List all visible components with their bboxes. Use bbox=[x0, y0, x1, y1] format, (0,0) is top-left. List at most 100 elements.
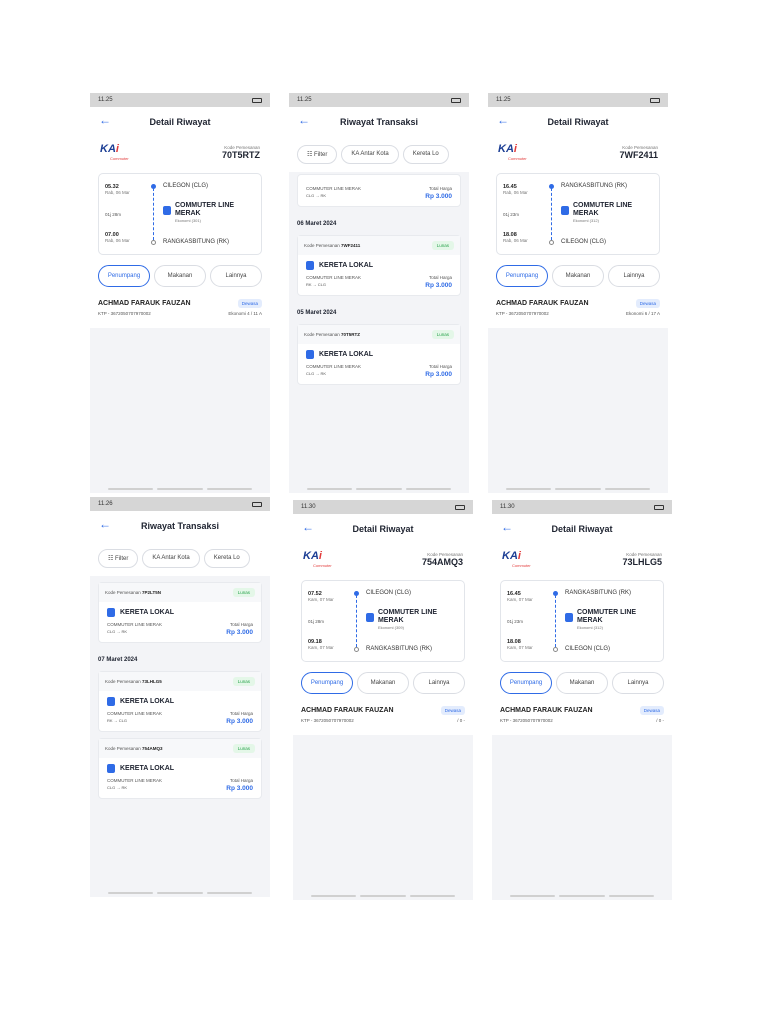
tab-lainnya[interactable]: Lainnya bbox=[612, 672, 664, 694]
origin-station: RANGKASBITUNG (RK) bbox=[561, 183, 628, 189]
filter-ka-antar-kota[interactable]: KA Antar Kota bbox=[341, 145, 399, 164]
battery-icon bbox=[252, 97, 262, 103]
battery-icon bbox=[451, 97, 461, 103]
passenger-seat: Ekonomi 4 / 11 A bbox=[228, 311, 262, 316]
status-time: 11.26 bbox=[98, 501, 113, 507]
route-card: 16.45 Rab, 06 Mar 01j 23m 18.08 Rab, 06 Ma… bbox=[496, 173, 660, 255]
kai-logo: KAi Commuter bbox=[502, 550, 531, 569]
arrival-time: 18.08 Kam, 07 Mar bbox=[507, 639, 533, 650]
filter-bar: ☷ Filter KA Antar Kota Kereta Lo bbox=[289, 137, 469, 172]
detail-body: KAi Commuter Kode Pemesanan 73LHLG5 16.45 Ka… bbox=[492, 544, 672, 735]
tab-penumpang[interactable]: Penumpang bbox=[500, 672, 552, 694]
filter-button[interactable]: ☷ Filter bbox=[297, 145, 338, 164]
tab-penumpang[interactable]: Penumpang bbox=[98, 265, 150, 287]
back-arrow-icon[interactable]: ← bbox=[302, 520, 314, 534]
passenger-seat: Ekonomi 6 / 17 A bbox=[625, 311, 660, 316]
passenger-ktp: KTP - 3672050707970002 bbox=[500, 718, 553, 723]
nav-bar bbox=[510, 895, 654, 897]
tab-penumpang[interactable]: Penumpang bbox=[301, 672, 353, 694]
train-class: Ekonomi (309) bbox=[377, 625, 404, 630]
ticket-card[interactable]: Kode Pemesanan 754AMQ3 Lunas KERETA LOKAL C… bbox=[98, 738, 262, 799]
train-name: COMMUTER LINE MERAK bbox=[377, 609, 438, 624]
route-line bbox=[356, 595, 357, 647]
tab-lainnya[interactable]: Lainnya bbox=[413, 672, 465, 694]
passenger-type-badge: Dewasa bbox=[639, 706, 664, 715]
screen-detail-73lhlg5: 11.30 ← Detail Riwayat KAi Commuter Kode Pe… bbox=[492, 500, 672, 900]
passenger-name: ACHMAD FARAUK FAUZAN bbox=[301, 707, 394, 714]
status-bar: 11.26 bbox=[90, 497, 270, 511]
tab-penumpang[interactable]: Penumpang bbox=[496, 265, 548, 287]
status-bar: 11.25 bbox=[488, 93, 668, 107]
screen-detail-70t5rtz: 11.25 ← Detail Riwayat KAi Commuter Kode Pe… bbox=[90, 93, 270, 493]
header: ← Riwayat Transaksi bbox=[289, 107, 469, 137]
booking-code: 73LHLG5 bbox=[622, 557, 662, 567]
battery-icon bbox=[650, 97, 660, 103]
destination-station: RANGKASBITUNG (RK) bbox=[163, 239, 230, 245]
train-icon bbox=[565, 613, 573, 622]
train-icon bbox=[107, 764, 115, 773]
status-time: 11.25 bbox=[297, 97, 312, 103]
tab-makanan[interactable]: Makanan bbox=[552, 265, 604, 287]
ticket-card[interactable]: Kode Pemesanan 70T5RTZ Lunas KERETA LOKAL C… bbox=[297, 324, 461, 385]
nav-bar bbox=[307, 488, 451, 490]
train-name: COMMUTER LINE MERAK bbox=[572, 202, 633, 217]
route-line bbox=[551, 188, 552, 240]
destination-dot-icon bbox=[151, 240, 156, 245]
departure-time: 16.45 Kam, 07 Mar bbox=[507, 591, 533, 602]
filter-button[interactable]: ☷ Filter bbox=[98, 549, 139, 568]
passenger-row: ACHMAD FARAUK FAUZAN Dewasa KTP - 36720507… bbox=[293, 698, 473, 731]
route-card: 16.45 Kam, 07 Mar 01j 23m 18.08 Kam, 07 Ma… bbox=[500, 580, 664, 662]
back-arrow-icon[interactable]: ← bbox=[497, 113, 509, 127]
filter-kereta-lokal[interactable]: Kereta Lo bbox=[203, 549, 250, 568]
header: ← Detail Riwayat bbox=[492, 514, 672, 544]
status-bar: 11.30 bbox=[492, 500, 672, 514]
kai-logo: KAi Commuter bbox=[498, 143, 527, 162]
departure-time: 16.45 Rab, 06 Mar bbox=[503, 184, 528, 195]
detail-body: KAi Commuter Kode Pemesanan 7WF2411 16.45 Ra… bbox=[488, 137, 668, 328]
back-arrow-icon[interactable]: ← bbox=[501, 520, 513, 534]
tab-makanan[interactable]: Makanan bbox=[154, 265, 206, 287]
train-icon bbox=[366, 613, 374, 622]
origin-station: RANGKASBITUNG (RK) bbox=[565, 590, 632, 596]
train-name: COMMUTER LINE MERAK bbox=[174, 202, 235, 217]
destination-dot-icon bbox=[549, 240, 554, 245]
back-arrow-icon[interactable]: ← bbox=[298, 113, 310, 127]
page-title: Detail Riwayat bbox=[551, 524, 613, 534]
back-arrow-icon[interactable]: ← bbox=[99, 113, 111, 127]
battery-icon bbox=[654, 504, 664, 510]
header: ← Detail Riwayat bbox=[90, 107, 270, 137]
route-card: 05.32 Rab, 06 Mar 01j 28m 07.00 Rab, 06 Ma… bbox=[98, 173, 262, 255]
tab-lainnya[interactable]: Lainnya bbox=[608, 265, 660, 287]
ticket-card-partial[interactable]: COMMUTER LINE MERAK Total Harga CLG → RK Rp… bbox=[297, 174, 461, 207]
passenger-ktp: KTP - 3672050707970002 bbox=[496, 311, 549, 316]
detail-body: KAi Commuter Kode Pemesanan 70T5RTZ 05.32 Ra… bbox=[90, 137, 270, 328]
arrival-time: 09.18 Kam, 07 Mar bbox=[308, 639, 334, 650]
tab-lainnya[interactable]: Lainnya bbox=[210, 265, 262, 287]
filter-bar: ☷ Filter KA Antar Kota Kereta Lo bbox=[90, 541, 270, 576]
booking-code: 70T5RTZ bbox=[221, 150, 260, 160]
duration: 01j 28m bbox=[105, 212, 122, 217]
filter-ka-antar-kota[interactable]: KA Antar Kota bbox=[142, 549, 200, 568]
tab-makanan[interactable]: Makanan bbox=[357, 672, 409, 694]
route-line bbox=[555, 595, 556, 647]
page-title: Riwayat Transaksi bbox=[140, 521, 220, 531]
back-arrow-icon[interactable]: ← bbox=[99, 517, 111, 531]
passenger-name: ACHMAD FARAUK FAUZAN bbox=[496, 300, 589, 307]
date-heading: 05 Maret 2024 bbox=[297, 310, 337, 316]
ticket-card[interactable]: Kode Pemesanan 7P2LT5N Lunas KERETA LOKAL C… bbox=[98, 582, 262, 643]
status-badge: Lunas bbox=[431, 330, 454, 339]
train-icon bbox=[561, 206, 569, 215]
destination-station: RANGKASBITUNG (RK) bbox=[366, 646, 433, 652]
passenger-type-badge: Dewasa bbox=[237, 299, 262, 308]
passenger-row: ACHMAD FARAUK FAUZAN Dewasa KTP - 36720507… bbox=[90, 291, 270, 324]
nav-bar bbox=[108, 488, 252, 490]
passenger-seat: / 0 - bbox=[656, 718, 664, 723]
filter-kereta-lokal[interactable]: Kereta Lo bbox=[402, 145, 449, 164]
status-time: 11.30 bbox=[500, 504, 515, 510]
passenger-row: ACHMAD FARAUK FAUZAN Dewasa KTP - 36720507… bbox=[488, 291, 668, 324]
status-badge: Lunas bbox=[431, 241, 454, 250]
ticket-card[interactable]: Kode Pemesanan 73LHLG5 Lunas KERETA LOKAL C… bbox=[98, 671, 262, 732]
train-icon bbox=[107, 697, 115, 706]
tab-makanan[interactable]: Makanan bbox=[556, 672, 608, 694]
ticket-card[interactable]: Kode Pemesanan 7WF2411 Lunas KERETA LOKAL C… bbox=[297, 235, 461, 296]
